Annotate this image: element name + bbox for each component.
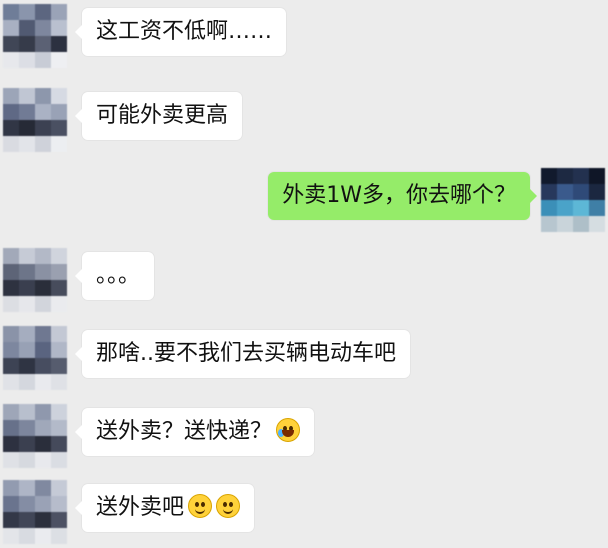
avatar[interactable] [3, 480, 67, 544]
message-text: 可能外卖更高 [96, 103, 229, 128]
message-bubble[interactable]: 可能外卖更高 [74, 92, 243, 140]
message-text: 送外卖？送快递？ [96, 419, 273, 444]
message-row: 可能外卖更高 [0, 84, 608, 156]
avatar[interactable] [3, 248, 67, 312]
laugh-cry-emoji-icon [276, 418, 301, 442]
message-text: 。。。 [96, 263, 141, 288]
smile-emoji-icon [188, 494, 213, 518]
message-bubble[interactable]: 这工资不低啊…… [74, 8, 287, 56]
avatar[interactable] [3, 88, 67, 152]
avatar[interactable] [541, 168, 605, 232]
message-text: 这工资不低啊…… [96, 19, 273, 44]
message-row: 那啥..要不我们去买辆电动车吧 [0, 322, 608, 394]
chat-area: 这工资不低啊…… 可能外卖更高 外卖1W多，你去哪个？ 。。。 那啥..要不我们… [0, 0, 608, 547]
message-bubble[interactable]: 那啥..要不我们去买辆电动车吧 [75, 330, 410, 378]
avatar[interactable] [3, 4, 67, 68]
message-row: 送外卖吧 [0, 476, 608, 548]
message-text: 外卖1W多，你去哪个？ [282, 183, 516, 208]
message-row: 。。。 [0, 244, 608, 316]
message-bubble[interactable]: 送外卖？送快递？ [74, 408, 315, 456]
message-text: 送外卖吧 [96, 495, 185, 520]
message-text: 那啥..要不我们去买辆电动车吧 [96, 341, 396, 366]
message-row: 外卖1W多，你去哪个？ [0, 164, 608, 236]
avatar[interactable] [3, 326, 67, 390]
message-row: 送外卖？送快递？ [0, 400, 608, 472]
message-bubble[interactable]: 。。。 [74, 252, 155, 300]
smile-emoji-icon [216, 494, 241, 518]
message-row: 这工资不低啊…… [0, 0, 608, 72]
message-bubble-outgoing[interactable]: 外卖1W多，你去哪个？ [268, 172, 537, 220]
message-bubble[interactable]: 送外卖吧 [74, 484, 255, 532]
avatar[interactable] [3, 404, 67, 468]
